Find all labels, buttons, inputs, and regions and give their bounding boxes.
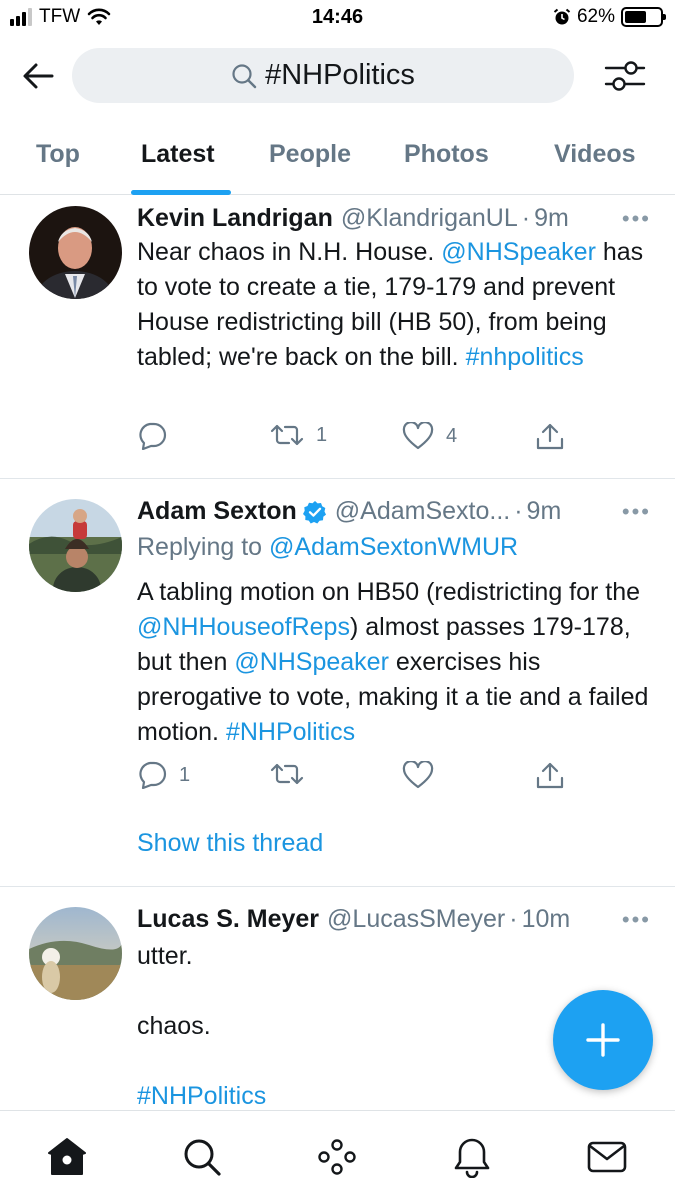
tweet-text-part: Near chaos in N.H. House. bbox=[137, 238, 442, 266]
tweet-text: A tabling motion on HB50 (redistricting … bbox=[137, 575, 651, 750]
tweet-header: Lucas S. Meyer @LucasSMeyer · 10m ••• bbox=[137, 905, 655, 934]
tab-latest[interactable]: Latest bbox=[141, 140, 215, 169]
nav-spaces[interactable] bbox=[315, 1135, 359, 1179]
reply-count: 1 bbox=[179, 763, 191, 786]
separator-dot: · bbox=[521, 204, 531, 232]
author-name[interactable]: Kevin Landrigan bbox=[137, 204, 333, 233]
search-icon bbox=[232, 63, 257, 88]
notifications-bell-icon bbox=[454, 1138, 490, 1178]
verified-badge-icon bbox=[302, 500, 326, 523]
like-button[interactable]: 4 bbox=[402, 422, 457, 450]
reply-button[interactable]: 1 bbox=[137, 761, 190, 789]
search-filter-button[interactable] bbox=[603, 56, 647, 96]
mention-link[interactable]: @NHHouseofReps bbox=[137, 613, 350, 641]
filter-sliders-icon bbox=[604, 61, 646, 91]
share-icon bbox=[536, 762, 564, 789]
status-bar: TFW 14:46 62% bbox=[0, 0, 675, 38]
retweet-button[interactable] bbox=[270, 761, 316, 787]
tweet-item[interactable]: Kevin Landrigan @KlandriganUL · 9m ••• N… bbox=[0, 196, 675, 479]
tab-videos[interactable]: Videos bbox=[554, 140, 636, 169]
status-right: 62% bbox=[553, 6, 666, 28]
tab-people[interactable]: People bbox=[269, 140, 351, 169]
tweet-text: Near chaos in N.H. House. @NHSpeaker has… bbox=[137, 235, 651, 375]
nav-search[interactable] bbox=[180, 1135, 224, 1179]
tweet-header: Adam Sexton @AdamSexto... · 9m ••• bbox=[137, 497, 655, 526]
nav-notifications[interactable] bbox=[450, 1135, 494, 1179]
heart-icon bbox=[402, 422, 434, 450]
reply-button[interactable] bbox=[137, 422, 179, 450]
mention-link[interactable]: @NHSpeaker bbox=[441, 238, 596, 266]
separator-dot: · bbox=[509, 905, 518, 933]
hashtag-link[interactable]: #NHPolitics bbox=[226, 718, 355, 746]
more-options-icon[interactable]: ••• bbox=[622, 907, 651, 933]
tweet-header: Kevin Landrigan @KlandriganUL · 9m ••• bbox=[137, 204, 655, 233]
tweet-line: utter. bbox=[137, 942, 193, 970]
share-button[interactable] bbox=[535, 422, 565, 452]
search-header: #NHPolitics bbox=[0, 40, 675, 110]
active-tab-indicator bbox=[131, 190, 231, 195]
author-handle[interactable]: @LucasSMeyer bbox=[327, 905, 505, 934]
messages-mail-icon bbox=[587, 1141, 627, 1173]
tweet-time: 9m bbox=[534, 204, 569, 232]
tweet-time: 9m bbox=[526, 497, 562, 525]
hashtag-link[interactable]: #NHPolitics bbox=[137, 1079, 651, 1114]
nav-home[interactable] bbox=[45, 1135, 89, 1179]
author-handle[interactable]: @KlandriganUL bbox=[341, 204, 518, 233]
home-icon bbox=[48, 1138, 86, 1175]
avatar[interactable] bbox=[29, 499, 122, 592]
more-options-icon[interactable]: ••• bbox=[622, 206, 651, 232]
tweet-item[interactable]: Adam Sexton @AdamSexto... · 9m ••• Reply… bbox=[0, 479, 675, 887]
back-button[interactable] bbox=[18, 58, 58, 94]
search-icon bbox=[184, 1139, 221, 1176]
separator-dot: · bbox=[514, 497, 523, 525]
compose-tweet-button[interactable] bbox=[553, 990, 653, 1090]
compose-plus-icon bbox=[586, 1023, 620, 1057]
search-input[interactable]: #NHPolitics bbox=[72, 48, 574, 103]
battery-icon bbox=[621, 7, 666, 27]
battery-fill bbox=[625, 11, 647, 23]
avatar[interactable] bbox=[29, 907, 122, 1000]
tweet-text-part: A tabling motion on HB50 (redistricting … bbox=[137, 578, 641, 606]
search-tabs: Top Latest People Photos Videos bbox=[0, 120, 675, 195]
back-arrow-icon bbox=[23, 63, 54, 89]
search-query: #NHPolitics bbox=[265, 59, 415, 91]
tweet-time: 10m bbox=[521, 905, 571, 933]
retweet-icon bbox=[270, 763, 304, 785]
spaces-icon bbox=[318, 1139, 356, 1175]
like-button[interactable] bbox=[402, 761, 446, 789]
retweet-button[interactable]: 1 bbox=[270, 422, 327, 448]
reply-icon bbox=[139, 422, 167, 450]
show-thread-link[interactable]: Show this thread bbox=[137, 829, 323, 858]
like-count: 4 bbox=[446, 424, 458, 447]
mention-link[interactable]: @NHSpeaker bbox=[234, 648, 389, 676]
tweet-actions: 1 bbox=[137, 761, 577, 797]
author-handle[interactable]: @AdamSexto... bbox=[335, 497, 510, 526]
nav-messages[interactable] bbox=[585, 1135, 629, 1179]
replying-prefix: Replying to bbox=[137, 533, 270, 561]
share-icon bbox=[536, 423, 564, 450]
tab-photos[interactable]: Photos bbox=[404, 140, 489, 169]
alarm-icon bbox=[553, 8, 571, 25]
battery-percent: 62% bbox=[576, 6, 615, 27]
share-button[interactable] bbox=[535, 761, 565, 791]
avatar[interactable] bbox=[29, 206, 122, 299]
reply-icon bbox=[139, 761, 167, 789]
author-name[interactable]: Adam Sexton bbox=[137, 497, 297, 526]
heart-icon bbox=[402, 761, 434, 789]
retweet-icon bbox=[270, 424, 304, 446]
retweet-count: 1 bbox=[316, 423, 328, 446]
tab-top[interactable]: Top bbox=[36, 140, 80, 169]
replying-to-link[interactable]: @AdamSextonWMUR bbox=[269, 533, 518, 561]
author-name[interactable]: Lucas S. Meyer bbox=[137, 905, 319, 934]
tweet-actions: 1 4 bbox=[137, 422, 577, 458]
hashtag-link[interactable]: #nhpolitics bbox=[466, 343, 584, 371]
bottom-navigation bbox=[0, 1110, 675, 1200]
replying-to: Replying to @AdamSextonWMUR bbox=[137, 533, 518, 562]
more-options-icon[interactable]: ••• bbox=[622, 499, 651, 525]
